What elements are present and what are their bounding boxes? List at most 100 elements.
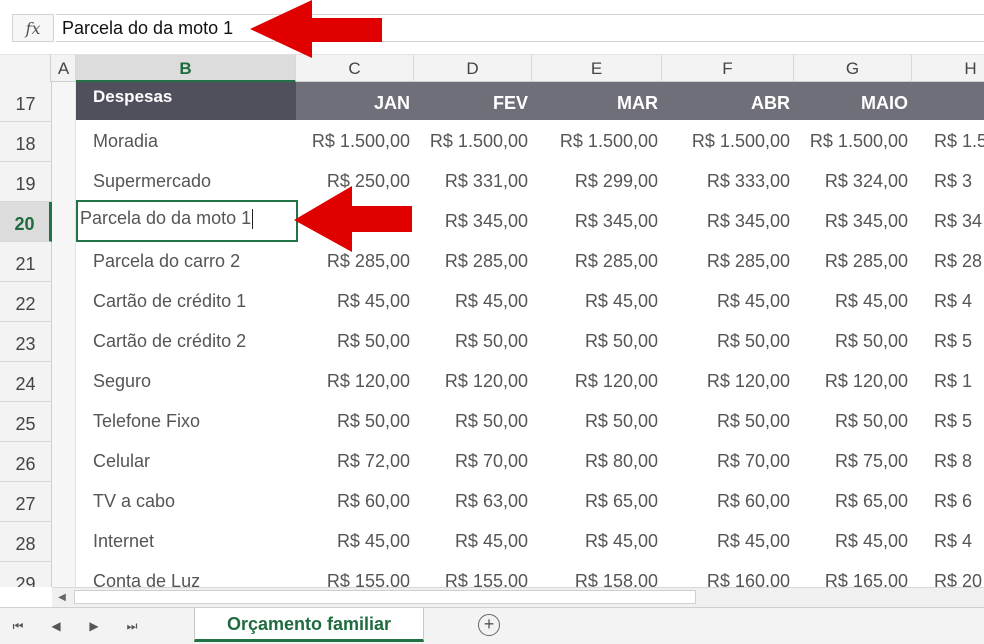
expense-label-cell[interactable]: Supermercado (93, 162, 211, 202)
value-cell[interactable]: R$ 1 (934, 362, 984, 402)
value-cell[interactable]: R$ 63,00 (414, 482, 528, 522)
row-header-29[interactable]: 29 (0, 562, 51, 587)
value-cell[interactable]: R$ 50,00 (532, 402, 658, 442)
expense-label-cell[interactable]: Seguro (93, 362, 151, 402)
expense-label-cell[interactable]: Cartão de crédito 1 (93, 282, 246, 322)
value-cell[interactable]: R$ 45,00 (662, 282, 790, 322)
value-cell[interactable]: R$ 60,00 (662, 482, 790, 522)
value-cell[interactable]: R$ 158,00 (532, 562, 658, 587)
row-header-28[interactable]: 28 (0, 522, 51, 562)
row-header-22[interactable]: 22 (0, 282, 51, 322)
value-cell[interactable]: R$ 72,00 (296, 442, 410, 482)
value-cell[interactable]: R$ 70,00 (662, 442, 790, 482)
value-cell[interactable]: R$ 80,00 (532, 442, 658, 482)
value-cell[interactable]: R$ 20 (934, 562, 984, 587)
row-header-21[interactable]: 21 (0, 242, 51, 282)
value-cell[interactable]: R$ 50,00 (532, 322, 658, 362)
row-header-23[interactable]: 23 (0, 322, 51, 362)
value-cell[interactable]: R$ 120,00 (414, 362, 528, 402)
value-cell[interactable]: R$ 1.500,00 (662, 122, 790, 162)
value-cell[interactable]: R$ 6 (934, 482, 984, 522)
value-cell[interactable]: R$ 45,00 (532, 282, 658, 322)
row-header-27[interactable]: 27 (0, 482, 51, 522)
value-cell[interactable]: R$ 8 (934, 442, 984, 482)
fx-icon[interactable]: fx (12, 14, 54, 42)
column-header-b[interactable]: B (76, 55, 296, 83)
column-header-f[interactable]: F (662, 55, 794, 83)
header-despesas[interactable]: Despesas (76, 82, 296, 120)
month-header-fev[interactable]: FEV (414, 82, 532, 120)
value-cell[interactable]: R$ 50,00 (414, 402, 528, 442)
value-cell[interactable]: R$ 120,00 (662, 362, 790, 402)
month-header-jan[interactable]: JAN (296, 82, 414, 120)
expense-label-cell[interactable]: Cartão de crédito 2 (93, 322, 246, 362)
value-cell[interactable]: R$ 75,00 (794, 442, 908, 482)
next-sheet-icon[interactable]: ▶ (84, 616, 104, 636)
month-header-abr[interactable]: ABR (662, 82, 794, 120)
value-cell[interactable]: R$ 1.500,00 (296, 122, 410, 162)
value-cell[interactable]: R$ 5 (934, 322, 984, 362)
value-cell[interactable]: R$ 34 (934, 202, 984, 242)
value-cell[interactable]: R$ 3 (934, 162, 984, 202)
column-a[interactable] (52, 82, 76, 587)
first-sheet-icon[interactable]: ⏮ (8, 616, 28, 636)
value-cell[interactable]: R$ 331,00 (414, 162, 528, 202)
month-header-maio[interactable]: MAIO (794, 82, 912, 120)
value-cell[interactable]: R$ 120,00 (532, 362, 658, 402)
value-cell[interactable]: R$ 1.500,00 (794, 122, 908, 162)
value-cell[interactable]: R$ 28 (934, 242, 984, 282)
value-cell[interactable]: R$ 50,00 (662, 322, 790, 362)
expense-label-cell[interactable]: Telefone Fixo (93, 402, 200, 442)
value-cell[interactable]: R$ 324,00 (794, 162, 908, 202)
value-cell[interactable]: R$ 5 (934, 402, 984, 442)
active-cell-b20[interactable]: Parcela do da moto 1 (76, 200, 298, 242)
value-cell[interactable]: R$ 45,00 (414, 282, 528, 322)
value-cell[interactable]: R$ 60,00 (296, 482, 410, 522)
value-cell[interactable]: R$ 299,00 (532, 162, 658, 202)
formula-input[interactable]: Parcela do da moto 1 (56, 14, 984, 42)
value-cell[interactable]: R$ 285,00 (794, 242, 908, 282)
value-cell[interactable]: R$ 70,00 (414, 442, 528, 482)
value-cell[interactable]: R$ 165,00 (794, 562, 908, 587)
value-cell[interactable]: R$ 155,00 (296, 562, 410, 587)
value-cell[interactable]: R$ 160,00 (662, 562, 790, 587)
value-cell[interactable]: R$ 4 (934, 522, 984, 562)
value-cell[interactable]: R$ 345,00 (662, 202, 790, 242)
select-all-corner[interactable] (0, 55, 51, 83)
column-header-a[interactable]: A (52, 55, 76, 83)
expense-label-cell[interactable]: TV a cabo (93, 482, 175, 522)
expense-label-cell[interactable]: Celular (93, 442, 150, 482)
month-header-mar[interactable]: MAR (532, 82, 662, 120)
column-header-d[interactable]: D (414, 55, 532, 83)
column-header-c[interactable]: C (296, 55, 414, 83)
value-cell[interactable]: R$ 50,00 (662, 402, 790, 442)
expense-label-cell[interactable]: Internet (93, 522, 154, 562)
row-header-20[interactable]: 20 (0, 202, 52, 242)
row-header-18[interactable]: 18 (0, 122, 51, 162)
value-cell[interactable]: R$ 1.50 (934, 122, 984, 162)
sheet-tab-orcamento-familiar[interactable]: Orçamento familiar (194, 608, 424, 642)
value-cell[interactable]: R$ 45,00 (794, 282, 908, 322)
value-cell[interactable]: R$ 45,00 (414, 522, 528, 562)
value-cell[interactable]: R$ 285,00 (532, 242, 658, 282)
expense-label-cell[interactable]: Parcela do carro 2 (93, 242, 240, 282)
value-cell[interactable]: R$ 345,00 (794, 202, 908, 242)
column-header-g[interactable]: G (794, 55, 912, 83)
row-header-24[interactable]: 24 (0, 362, 51, 402)
scroll-left-icon[interactable]: ◀ (52, 588, 72, 607)
row-header-26[interactable]: 26 (0, 442, 51, 482)
plus-circle-icon[interactable]: + (478, 614, 500, 636)
value-cell[interactable]: R$ 45,00 (296, 282, 410, 322)
value-cell[interactable]: R$ 50,00 (296, 402, 410, 442)
value-cell[interactable]: R$ 120,00 (296, 362, 410, 402)
horizontal-scrollbar[interactable]: ◀ (52, 587, 984, 607)
value-cell[interactable]: R$ 50,00 (414, 322, 528, 362)
scrollbar-thumb[interactable] (74, 590, 696, 604)
value-cell[interactable]: R$ 285,00 (662, 242, 790, 282)
value-cell[interactable]: R$ 4 (934, 282, 984, 322)
value-cell[interactable]: R$ 1.500,00 (414, 122, 528, 162)
value-cell[interactable]: R$ 65,00 (794, 482, 908, 522)
value-cell[interactable]: R$ 285,00 (414, 242, 528, 282)
expense-label-cell[interactable]: Moradia (93, 122, 158, 162)
row-header-17[interactable]: 17 (0, 82, 51, 122)
